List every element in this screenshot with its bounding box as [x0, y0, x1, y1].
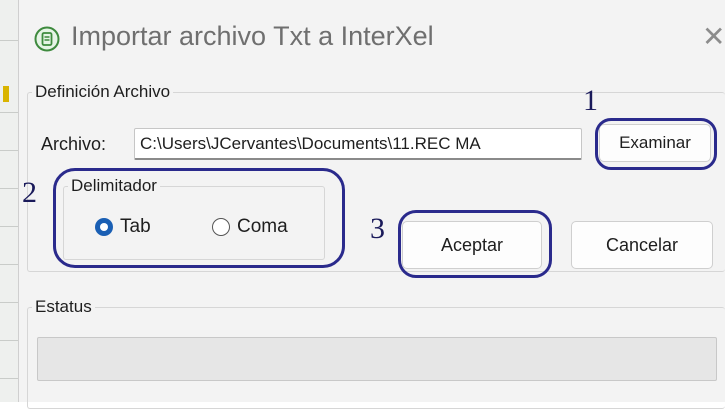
archivo-label: Archivo:	[41, 134, 107, 154]
annotation-number-2: 2	[22, 176, 37, 209]
annotation-outline-3	[398, 210, 552, 278]
annotation-number-1: 1	[583, 84, 598, 117]
title-bar: Importar archivo Txt a InterXel ✕	[19, 0, 725, 72]
annotation-outline-1	[595, 118, 717, 170]
import-dialog: Importar archivo Txt a InterXel ✕ Defini…	[18, 0, 725, 409]
annotation-outline-2	[53, 168, 345, 268]
estatus-progress-bar	[37, 337, 717, 381]
close-icon[interactable]: ✕	[702, 22, 725, 52]
window-title: Importar archivo Txt a InterXel	[71, 21, 434, 51]
estatus-legend: Estatus	[35, 297, 92, 316]
annotation-number-3: 3	[370, 212, 385, 245]
definicion-archivo-legend: Definición Archivo	[35, 82, 171, 101]
background-spreadsheet	[0, 0, 18, 402]
cancelar-button[interactable]: Cancelar	[571, 221, 713, 269]
archivo-path-input[interactable]	[134, 128, 582, 160]
app-icon	[34, 26, 60, 52]
